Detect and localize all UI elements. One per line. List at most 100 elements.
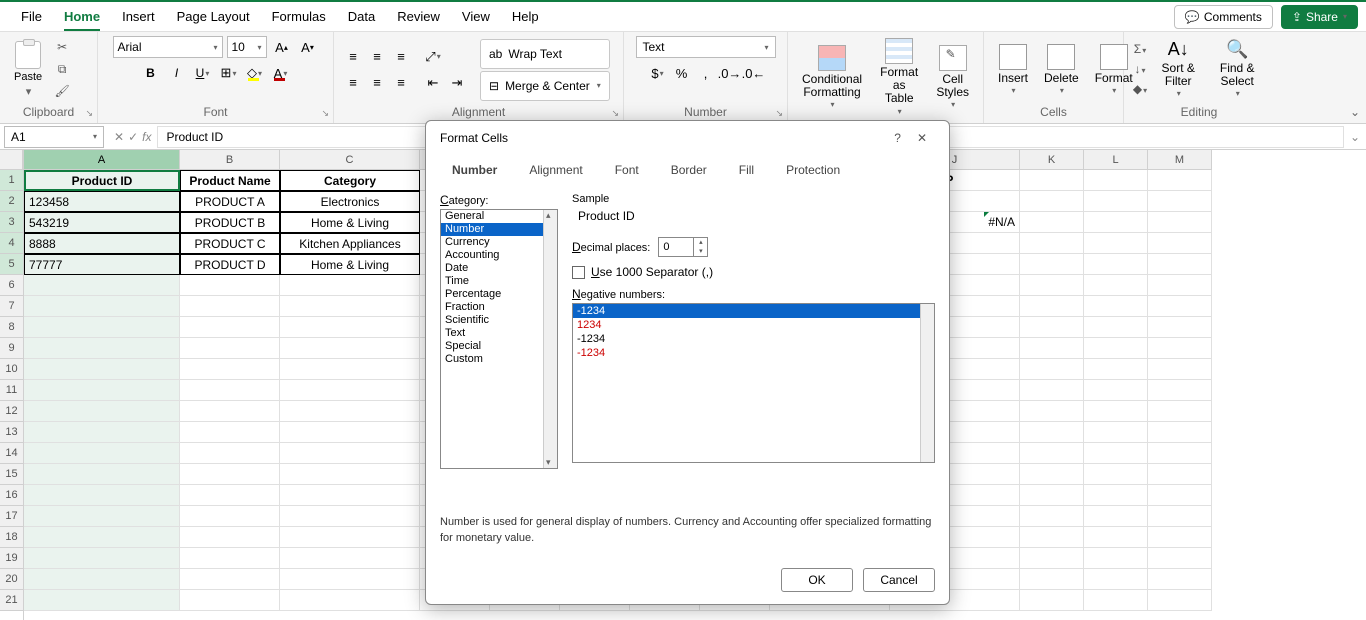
cell-C10[interactable] [280,359,420,380]
cell-M9[interactable] [1148,338,1212,359]
row-header-10[interactable]: 10 [0,359,23,380]
cell-A3[interactable]: 543219 [24,212,180,233]
col-header-B[interactable]: B [180,150,280,170]
font-launcher-icon[interactable]: ↘ [321,108,329,119]
category-special[interactable]: Special [441,340,557,353]
cell-K3[interactable] [1020,212,1084,233]
cell-A10[interactable] [24,359,180,380]
cell-K10[interactable] [1020,359,1084,380]
menu-home[interactable]: Home [53,3,111,30]
cell-K14[interactable] [1020,443,1084,464]
cell-B2[interactable]: PRODUCT A [180,191,280,212]
cell-C21[interactable] [280,590,420,611]
menu-insert[interactable]: Insert [111,3,166,30]
cell-L10[interactable] [1084,359,1148,380]
tab-number[interactable]: Number [436,155,513,185]
cell-K12[interactable] [1020,401,1084,422]
cell-B12[interactable] [180,401,280,422]
cell-K8[interactable] [1020,317,1084,338]
category-percentage[interactable]: Percentage [441,288,557,301]
cell-L15[interactable] [1084,464,1148,485]
cell-B6[interactable] [180,275,280,296]
cell-K7[interactable] [1020,296,1084,317]
cell-A11[interactable] [24,380,180,401]
cancel-formula-icon[interactable]: ✕ [114,130,124,144]
cut-icon[interactable]: ✂ [54,40,70,56]
cell-M7[interactable] [1148,296,1212,317]
cell-styles-button[interactable]: Cell Styles▾ [930,43,975,112]
cell-L11[interactable] [1084,380,1148,401]
cell-M21[interactable] [1148,590,1212,611]
copy-icon[interactable]: ⧉ [54,62,70,78]
row-header-11[interactable]: 11 [0,380,23,401]
row-header-4[interactable]: 4 [0,233,23,254]
cell-B17[interactable] [180,506,280,527]
cell-K1[interactable] [1020,170,1084,191]
row-header-20[interactable]: 20 [0,569,23,590]
font-size-select[interactable]: 10▾ [227,36,267,58]
find-select-button[interactable]: 🔍Find & Select▾ [1208,38,1266,101]
cell-B5[interactable]: PRODUCT D [180,254,280,275]
autosum-icon[interactable]: Σ▾ [1132,42,1148,58]
cell-M6[interactable] [1148,275,1212,296]
cell-C1[interactable]: Category [280,170,420,191]
delete-cells-button[interactable]: Delete▾ [1038,42,1085,98]
row-header-1[interactable]: 1 [0,170,23,191]
cell-L7[interactable] [1084,296,1148,317]
category-custom[interactable]: Custom [441,353,557,366]
cell-K5[interactable] [1020,254,1084,275]
row-header-18[interactable]: 18 [0,527,23,548]
negative-numbers-list[interactable]: -12341234-1234-1234 [572,303,935,463]
cell-B18[interactable] [180,527,280,548]
cell-M14[interactable] [1148,443,1212,464]
cell-K15[interactable] [1020,464,1084,485]
cell-C7[interactable] [280,296,420,317]
negative-option-2[interactable]: -1234 [573,332,934,346]
cell-K20[interactable] [1020,569,1084,590]
cell-M15[interactable] [1148,464,1212,485]
cell-L6[interactable] [1084,275,1148,296]
ok-button[interactable]: OK [781,568,853,592]
fill-color-button[interactable]: ◇▾ [244,62,266,84]
menu-page-layout[interactable]: Page Layout [166,3,261,30]
cell-A6[interactable] [24,275,180,296]
cell-K18[interactable] [1020,527,1084,548]
cell-L20[interactable] [1084,569,1148,590]
cell-B9[interactable] [180,338,280,359]
menu-file[interactable]: File [10,3,53,30]
cell-L9[interactable] [1084,338,1148,359]
cell-M19[interactable] [1148,548,1212,569]
clipboard-launcher-icon[interactable]: ↘ [85,108,93,119]
cell-M20[interactable] [1148,569,1212,590]
close-icon[interactable]: ✕ [909,131,935,145]
number-launcher-icon[interactable]: ↘ [775,108,783,119]
col-header-A[interactable]: A [24,150,180,170]
category-date[interactable]: Date [441,262,557,275]
spin-down-icon[interactable]: ▾ [694,247,707,256]
font-color-button[interactable]: A▾ [270,62,292,84]
cell-A18[interactable] [24,527,180,548]
cell-L8[interactable] [1084,317,1148,338]
wrap-text-button[interactable]: abWrap Text [480,39,610,69]
align-bottom-icon[interactable]: ≡ [390,46,412,68]
alignment-launcher-icon[interactable]: ↘ [611,108,619,119]
comma-format-icon[interactable]: , [695,62,717,84]
cell-B13[interactable] [180,422,280,443]
row-header-16[interactable]: 16 [0,485,23,506]
negative-option-1[interactable]: 1234 [573,318,934,332]
enter-formula-icon[interactable]: ✓ [128,130,138,144]
name-box[interactable]: A1▾ [4,126,104,148]
cell-K11[interactable] [1020,380,1084,401]
row-header-9[interactable]: 9 [0,338,23,359]
cell-B1[interactable]: Product Name [180,170,280,191]
underline-button[interactable]: U▾ [192,62,214,84]
cell-B20[interactable] [180,569,280,590]
format-as-table-button[interactable]: Format as Table▾ [872,36,926,118]
row-header-19[interactable]: 19 [0,548,23,569]
merge-center-button[interactable]: ⊟Merge & Center▾ [480,71,610,101]
orientation-icon[interactable]: ⤢▾ [422,46,444,68]
cell-A15[interactable] [24,464,180,485]
select-all-corner[interactable] [0,150,23,170]
cell-B11[interactable] [180,380,280,401]
align-right-icon[interactable]: ≡ [390,72,412,94]
